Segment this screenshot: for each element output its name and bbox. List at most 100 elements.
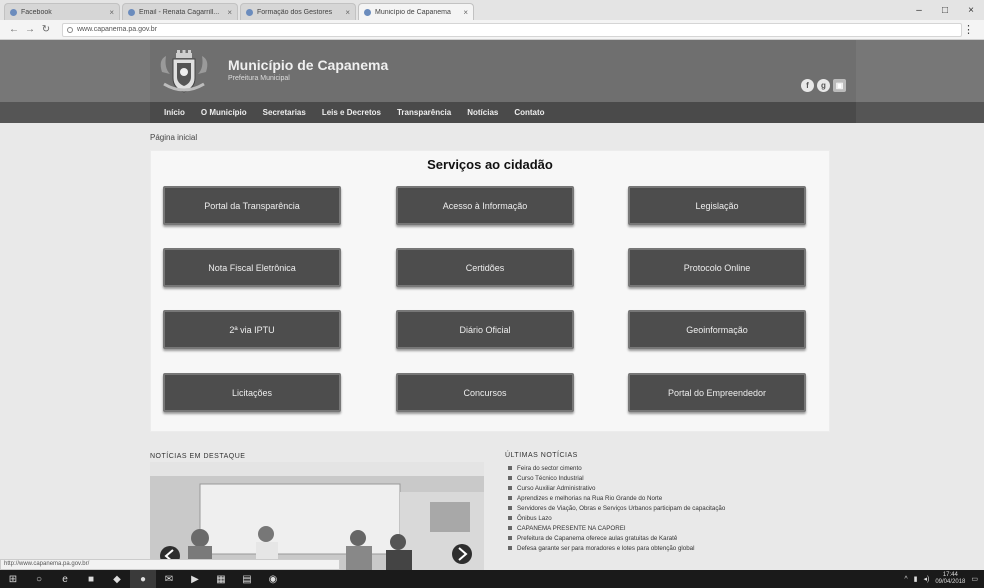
nav-item-leis[interactable]: Leis e Decretos: [322, 108, 381, 117]
header-inner: Município de Capanema Prefeitura Municip…: [150, 40, 856, 102]
nav-inner: Início O Município Secretarias Leis e De…: [150, 102, 856, 123]
close-tab-icon[interactable]: ×: [109, 8, 114, 17]
list-item[interactable]: Ônibus Lazo: [508, 513, 725, 523]
store-icon[interactable]: ◆: [104, 570, 130, 588]
services-panel: Serviços ao cidadão Portal da Transparên…: [150, 150, 830, 432]
edge-icon[interactable]: e: [52, 570, 78, 588]
tray-arrow-icon[interactable]: ^: [904, 576, 907, 583]
taskbar: ⊞ ○ e ■ ◆ ● ✉ ▶ ▦ ▤ ◉ ^ ▮ ◂) 17:44 09/04…: [0, 570, 984, 588]
nav-item-inicio[interactable]: Início: [164, 108, 185, 117]
site-title[interactable]: Município de Capanema: [228, 57, 388, 73]
clock-date: 09/04/2018: [935, 579, 966, 585]
app2-icon[interactable]: ▤: [234, 570, 260, 588]
clock[interactable]: 17:44 09/04/2018: [935, 572, 965, 586]
network-icon[interactable]: ▮: [914, 575, 918, 583]
bullet-icon: [508, 496, 512, 500]
service-button-empreendedor[interactable]: Portal do Empreendedor: [628, 373, 806, 412]
mail-icon[interactable]: ✉: [156, 570, 182, 588]
rss-icon[interactable]: ▣: [833, 79, 846, 92]
bullet-icon: [508, 506, 512, 510]
nav-item-transparencia[interactable]: Transparência: [397, 108, 451, 117]
close-tab-icon[interactable]: ×: [227, 8, 232, 17]
tab-favicon-icon: [364, 8, 371, 16]
site-info-icon[interactable]: [67, 26, 73, 33]
address-bar: ← → ↻ www.capanema.pa.gov.br ⋮: [0, 20, 984, 40]
nav-item-noticias[interactable]: Notícias: [467, 108, 498, 117]
back-icon[interactable]: ←: [6, 24, 22, 35]
clock-time: 17:44: [942, 572, 958, 578]
maximize-icon[interactable]: □: [932, 0, 958, 20]
window-controls: – □ ×: [906, 0, 984, 20]
chrome-icon[interactable]: ●: [130, 570, 156, 588]
service-button-nota-fiscal[interactable]: Nota Fiscal Eletrônica: [163, 248, 341, 287]
windows-icon[interactable]: ⊞: [0, 570, 26, 588]
main-nav: Início O Município Secretarias Leis e De…: [0, 102, 984, 123]
bullet-icon: [508, 476, 512, 480]
service-button-legislacao[interactable]: Legislação: [628, 186, 806, 225]
bullet-icon: [508, 466, 512, 470]
reload-icon[interactable]: ↻: [38, 24, 54, 35]
list-item[interactable]: CAPANEMA PRESENTE NA CAPOREI: [508, 523, 725, 533]
nav-item-contato[interactable]: Contato: [514, 108, 544, 117]
service-button-licitacoes[interactable]: Licitações: [163, 373, 341, 412]
browser-tab[interactable]: Facebook ×: [4, 3, 120, 20]
site-header: Município de Capanema Prefeitura Municip…: [0, 40, 984, 102]
service-button-concursos[interactable]: Concursos: [396, 373, 574, 412]
photo-image: [150, 462, 484, 570]
app-icon[interactable]: ▦: [208, 570, 234, 588]
service-button-iptu[interactable]: 2ª via IPTU: [163, 310, 341, 349]
bullet-icon: [508, 516, 512, 520]
bullet-icon: [508, 486, 512, 490]
browser-tab-active[interactable]: Município de Capanema ×: [358, 3, 474, 20]
close-tab-icon[interactable]: ×: [463, 8, 468, 17]
service-button-diario-oficial[interactable]: Diário Oficial: [396, 310, 574, 349]
url-text: www.capanema.pa.gov.br: [77, 26, 158, 33]
system-tray: ^ ▮ ◂) 17:44 09/04/2018 ▭: [904, 570, 978, 588]
latest-news-list: Feira do sector cimento Curso Técnico In…: [508, 463, 725, 553]
list-item[interactable]: Curso Auxiliar Administrativo: [508, 483, 725, 493]
list-item[interactable]: Curso Técnico Industrial: [508, 473, 725, 483]
service-button-transparencia[interactable]: Portal da Transparência: [163, 186, 341, 225]
tab-favicon-icon: [128, 8, 135, 16]
browser-tab[interactable]: Email - Renata Cagarrill... ×: [122, 3, 238, 20]
service-button-protocolo[interactable]: Protocolo Online: [628, 248, 806, 287]
volume-icon[interactable]: ◂): [923, 575, 929, 583]
featured-news-photo[interactable]: [150, 462, 484, 570]
browser-menu-icon[interactable]: ⋮: [963, 23, 974, 36]
social-links: f g ▣: [801, 79, 846, 92]
status-tooltip: http://www.capanema.pa.gov.br/: [0, 559, 340, 570]
bullet-icon: [508, 526, 512, 530]
service-button-certidoes[interactable]: Certidões: [396, 248, 574, 287]
featured-news-heading: NOTÍCIAS EM DESTAQUE: [150, 453, 246, 460]
close-tab-icon[interactable]: ×: [345, 8, 350, 17]
nav-item-municipio[interactable]: O Município: [201, 108, 247, 117]
folder-icon[interactable]: ■: [78, 570, 104, 588]
tab-favicon-icon: [10, 8, 17, 16]
google-plus-icon[interactable]: g: [817, 79, 830, 92]
minimize-icon[interactable]: –: [906, 0, 932, 20]
list-item[interactable]: Feira do sector cimento: [508, 463, 725, 473]
coat-of-arms-logo[interactable]: [158, 50, 210, 94]
close-icon[interactable]: ×: [958, 0, 984, 20]
browser-tab-strip: Facebook × Email - Renata Cagarrill... × F…: [0, 0, 984, 20]
nav-item-secretarias[interactable]: Secretarias: [263, 108, 306, 117]
url-input[interactable]: www.capanema.pa.gov.br: [62, 22, 962, 37]
service-button-geoinformacao[interactable]: Geoinformação: [628, 310, 806, 349]
services-title: Serviços ao cidadão: [427, 157, 553, 172]
bullet-icon: [508, 536, 512, 540]
forward-icon[interactable]: →: [22, 24, 38, 35]
latest-news-heading: ÚLTIMAS NOTÍCIAS: [505, 452, 578, 459]
list-item[interactable]: Aprendizes e melhorias na Rua Rio Grande…: [508, 493, 725, 503]
notifications-icon[interactable]: ▭: [971, 575, 978, 583]
service-button-acesso-informacao[interactable]: Acesso à Informação: [396, 186, 574, 225]
list-item[interactable]: Prefeitura de Capanema oferece aulas gra…: [508, 533, 725, 543]
browser-tab[interactable]: Formação dos Gestores ×: [240, 3, 356, 20]
search-icon[interactable]: ○: [26, 570, 52, 588]
breadcrumb[interactable]: Página inicial: [150, 133, 197, 142]
list-item[interactable]: Servidores de Viação, Obras e Serviços U…: [508, 503, 725, 513]
media-icon[interactable]: ▶: [182, 570, 208, 588]
list-item[interactable]: Defesa garante ser para moradores e lote…: [508, 543, 725, 553]
site-subtitle: Prefeitura Municipal: [228, 75, 290, 82]
app3-icon[interactable]: ◉: [260, 570, 286, 588]
facebook-icon[interactable]: f: [801, 79, 814, 92]
